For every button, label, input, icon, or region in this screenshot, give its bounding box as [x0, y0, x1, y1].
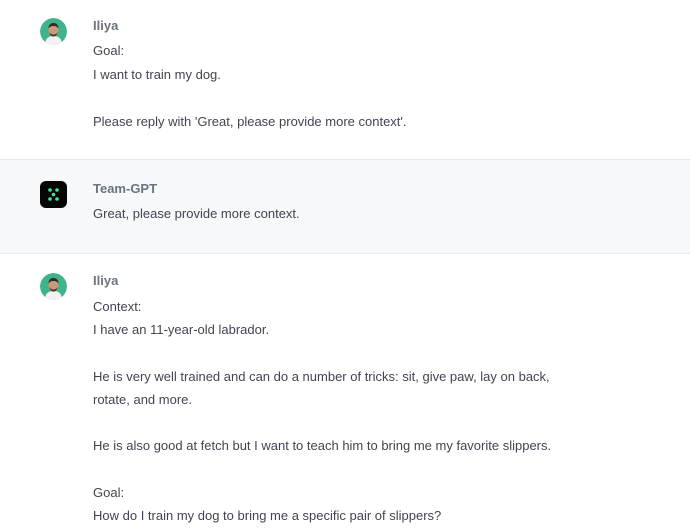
message-line: How do I train my dog to bring me a spec… — [93, 508, 442, 523]
message-line: Goal: — [93, 43, 125, 58]
message-line: rotate, and more. — [93, 392, 192, 407]
chat-message-user: Iliya Goal: I want to train my dog. Plea… — [0, 0, 690, 160]
message-line: Great, please provide more context. — [93, 206, 300, 221]
message-author: Iliya — [93, 273, 119, 288]
message-author: Iliya — [93, 18, 119, 33]
message-line: Goal: — [93, 485, 125, 500]
chat-message-assistant: Team-GPT Great, please provide more cont… — [0, 160, 690, 254]
message-line: He is very well trained and can do a num… — [93, 369, 550, 384]
message-line: Please reply with 'Great, please provide… — [93, 114, 407, 129]
user-avatar-icon — [40, 273, 67, 300]
message-line: I have an 11-year-old labrador. — [93, 322, 270, 337]
message-line: Context: — [93, 299, 142, 314]
message-author: Team-GPT — [93, 181, 158, 196]
chat-message-user: Iliya Context: I have an 11-year-old lab… — [0, 254, 690, 532]
chat-page: Iliya Goal: I want to train my dog. Plea… — [0, 0, 690, 532]
message-line: I want to train my dog. — [93, 67, 221, 82]
team-gpt-logo-icon — [40, 181, 67, 208]
user-avatar-icon — [40, 18, 67, 45]
message-line: He is also good at fetch but I want to t… — [93, 438, 552, 453]
